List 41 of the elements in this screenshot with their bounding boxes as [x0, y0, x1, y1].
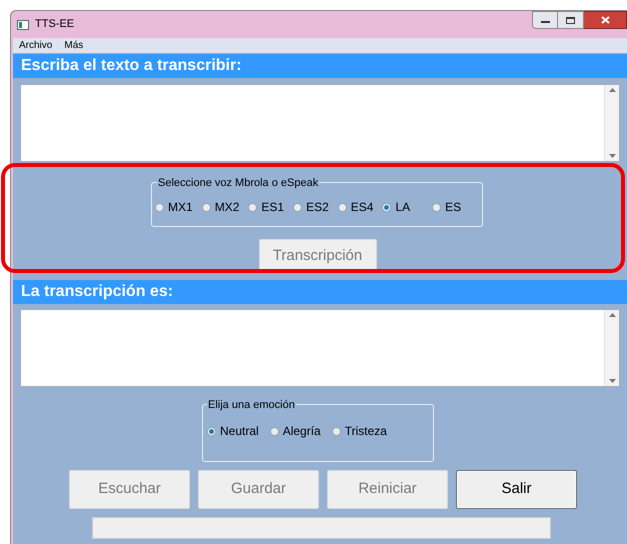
radio-label: ES [445, 199, 462, 216]
text-area[interactable] [20, 84, 620, 162]
menu-item[interactable]: Archivo [19, 38, 52, 53]
radio-label: MX2 [214, 199, 240, 216]
radio-button[interactable] [207, 426, 216, 436]
down-arrow-icon[interactable] [608, 154, 616, 158]
radio-button[interactable] [155, 202, 164, 212]
close-button[interactable] [584, 11, 627, 29]
close-icon [600, 16, 610, 24]
radio-button[interactable] [270, 426, 279, 436]
section-heading: Escriba el texto a transcribir: [13, 54, 627, 78]
app-icon [17, 20, 29, 30]
up-arrow-icon[interactable] [608, 88, 616, 92]
radio-label: MX1 [168, 199, 193, 216]
radio-label: Tristeza [344, 423, 387, 440]
up-arrow-icon[interactable] [608, 313, 616, 317]
radio-button[interactable] [293, 202, 302, 212]
menu-item[interactable]: Más [64, 38, 84, 53]
maximize-button[interactable] [558, 11, 584, 29]
radio-label: LA [395, 199, 410, 216]
scrollbar[interactable] [604, 85, 619, 161]
action-button[interactable]: Salir [456, 470, 577, 509]
group-legend: Seleccione voz Mbrola o eSpeak [157, 175, 320, 192]
radio-button[interactable] [338, 202, 347, 212]
radio-label: ES1 [261, 199, 284, 216]
window-title: TTS-EE [35, 17, 74, 32]
radio-label: Alegría [282, 423, 321, 440]
text-area[interactable] [20, 309, 620, 387]
radio-label: ES2 [306, 199, 329, 216]
scrollbar[interactable] [604, 310, 619, 386]
radio-button[interactable] [382, 202, 392, 212]
radio-button[interactable] [432, 202, 442, 212]
down-arrow-icon[interactable] [608, 379, 616, 383]
radio-button[interactable] [248, 202, 258, 212]
radio-button[interactable] [332, 426, 341, 436]
radio-label: Neutral [220, 423, 259, 440]
group-legend: Elija una emoción [207, 397, 296, 414]
minimize-button[interactable] [532, 11, 558, 29]
radio-button[interactable] [202, 202, 211, 212]
section-heading: La transcripción es: [13, 280, 627, 304]
radio-label: ES4 [350, 199, 374, 216]
